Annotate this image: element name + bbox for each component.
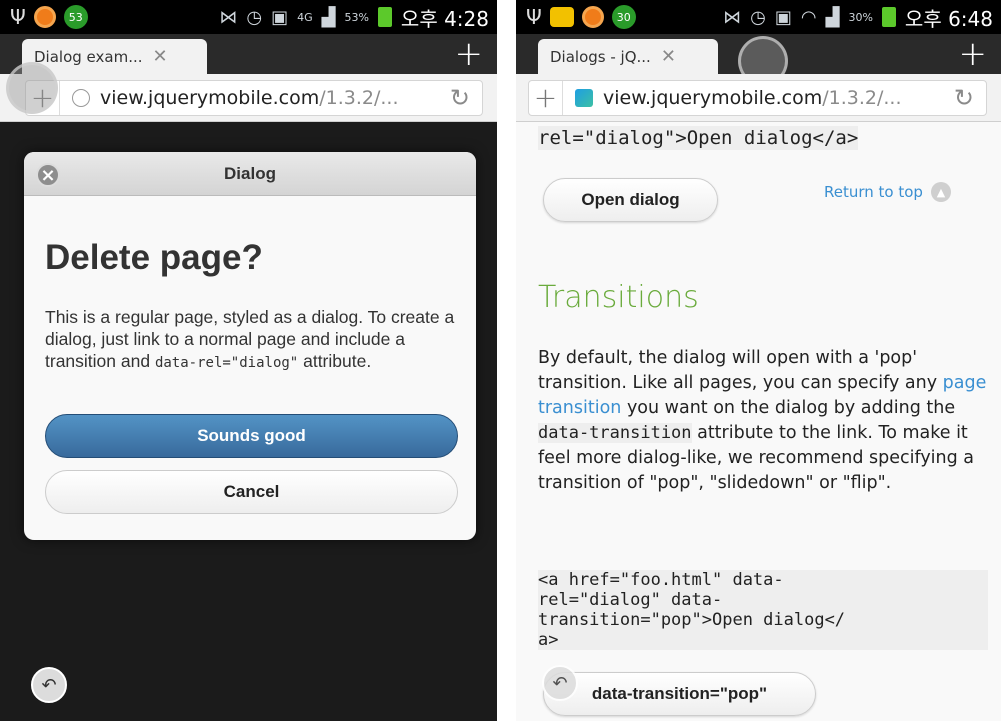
url-path: /1.3.2/... bbox=[319, 87, 399, 109]
dialog-heading: Delete page? bbox=[45, 238, 263, 277]
reload-icon[interactable]: ↻ bbox=[450, 84, 470, 112]
back-arrow-icon[interactable]: ↶ bbox=[31, 667, 67, 703]
status-bar: Ψ 30 ⋈ ◷ ▣ ◠ ▟ 30% 오후 6:48 bbox=[516, 0, 1001, 34]
return-to-top-label: Return to top bbox=[824, 183, 923, 201]
tab-title: Dialog exam... bbox=[34, 47, 143, 66]
notification-app-icon bbox=[33, 6, 56, 28]
tab-close-icon[interactable]: ✕ bbox=[153, 46, 168, 67]
section-heading: Transitions bbox=[538, 280, 699, 315]
mute-icon: ⋈ bbox=[219, 6, 238, 28]
code-snippet: rel="dialog">Open dialog</a> bbox=[538, 126, 859, 150]
reload-icon[interactable]: ↻ bbox=[954, 84, 974, 112]
signal-icon: ▟ bbox=[321, 6, 336, 28]
notification-count-badge: 30 bbox=[611, 5, 636, 29]
battery-percent: 53% bbox=[344, 10, 369, 24]
browser-tab-bar: Dialog exam... ✕ + bbox=[0, 34, 497, 74]
url-input[interactable]: + view.jquerymobile.com/1.3.2/... ↻ bbox=[25, 80, 483, 116]
network-type: 4G bbox=[297, 10, 313, 24]
cancel-button[interactable]: Cancel bbox=[45, 470, 458, 514]
sounds-good-button[interactable]: Sounds good bbox=[45, 414, 458, 458]
left-phone-screen: Ψ 53 ⋈ ◷ ▣ 4G ▟ 53% 오후 4:28 Dialog exam.… bbox=[0, 0, 497, 721]
alarm-icon: ◷ bbox=[750, 6, 766, 28]
usb-icon: Ψ bbox=[10, 5, 26, 29]
bookmark-plus-icon[interactable]: + bbox=[529, 81, 563, 115]
new-tab-plus-icon[interactable]: + bbox=[959, 34, 988, 74]
tab-close-icon[interactable]: ✕ bbox=[661, 46, 676, 67]
tab-title: Dialogs - jQ... bbox=[550, 47, 651, 66]
clock: 오후 4:28 bbox=[400, 6, 489, 31]
url-text: view.jquerymobile.com/1.3.2/... bbox=[100, 87, 399, 109]
url-path: /1.3.2/... bbox=[822, 87, 902, 109]
usb-icon: Ψ bbox=[526, 5, 542, 29]
alarm-icon: ◷ bbox=[246, 6, 263, 28]
address-bar: + view.jquerymobile.com/1.3.2/... ↻ bbox=[0, 74, 497, 122]
notification-count-badge: 53 bbox=[63, 5, 88, 29]
dialog-body-text: This is a regular page, styled as a dial… bbox=[45, 306, 460, 374]
touch-indicator bbox=[6, 62, 58, 114]
paragraph: By default, the dialog will open with a … bbox=[538, 346, 990, 496]
battery-icon bbox=[377, 7, 392, 27]
clock: 오후 6:48 bbox=[904, 6, 993, 31]
back-arrow-icon[interactable]: ↶ bbox=[542, 665, 578, 701]
dialog-title: Dialog bbox=[224, 164, 276, 183]
close-icon[interactable]: × bbox=[36, 163, 60, 187]
globe-icon bbox=[72, 89, 90, 107]
dialog-body-code: data-rel="dialog" bbox=[154, 355, 299, 371]
address-bar: + view.jquerymobile.com/1.3.2/... ↻ bbox=[516, 74, 1001, 122]
jquery-site-icon bbox=[575, 89, 593, 107]
screen-mirror-icon: ▣ bbox=[271, 6, 289, 28]
new-tab-plus-icon[interactable]: + bbox=[455, 34, 484, 74]
return-to-top-link[interactable]: Return to top ▲ bbox=[824, 182, 951, 202]
dialog-body-part: attribute. bbox=[298, 351, 372, 371]
wifi-icon: ◠ bbox=[800, 6, 817, 28]
talk-app-icon bbox=[549, 7, 574, 27]
signal-icon: ▟ bbox=[825, 6, 840, 28]
status-bar: Ψ 53 ⋈ ◷ ▣ 4G ▟ 53% 오후 4:28 bbox=[0, 0, 497, 34]
open-dialog-button[interactable]: Open dialog bbox=[543, 178, 718, 222]
url-input[interactable]: + view.jquerymobile.com/1.3.2/... ↻ bbox=[528, 80, 987, 116]
battery-percent: 30% bbox=[848, 10, 873, 24]
arrow-up-icon: ▲ bbox=[930, 182, 951, 202]
dialog-header: × Dialog bbox=[24, 152, 476, 196]
paragraph-text: you want on the dialog by adding the bbox=[621, 398, 956, 418]
code-block: <a href="foo.html" data- rel="dialog" da… bbox=[538, 570, 988, 650]
url-domain: view.jquerymobile.com bbox=[603, 87, 823, 109]
screen-mirror-icon: ▣ bbox=[774, 6, 792, 28]
data-transition-pop-button[interactable]: data-transition="pop" bbox=[543, 672, 816, 716]
notification-app-icon bbox=[581, 6, 604, 28]
battery-icon bbox=[881, 7, 896, 27]
dialog-modal: × Dialog Delete page? This is a regular … bbox=[24, 152, 476, 540]
mute-icon: ⋈ bbox=[723, 6, 742, 28]
inline-code: data-transition bbox=[538, 423, 692, 443]
url-domain: view.jquerymobile.com bbox=[100, 87, 320, 109]
browser-tab[interactable]: Dialogs - jQ... ✕ bbox=[538, 39, 718, 74]
right-phone-screen: Ψ 30 ⋈ ◷ ▣ ◠ ▟ 30% 오후 6:48 Dialogs - jQ.… bbox=[516, 0, 1001, 721]
paragraph-text: By default, the dialog will open with a … bbox=[538, 348, 943, 393]
url-text: view.jquerymobile.com/1.3.2/... bbox=[603, 87, 902, 109]
